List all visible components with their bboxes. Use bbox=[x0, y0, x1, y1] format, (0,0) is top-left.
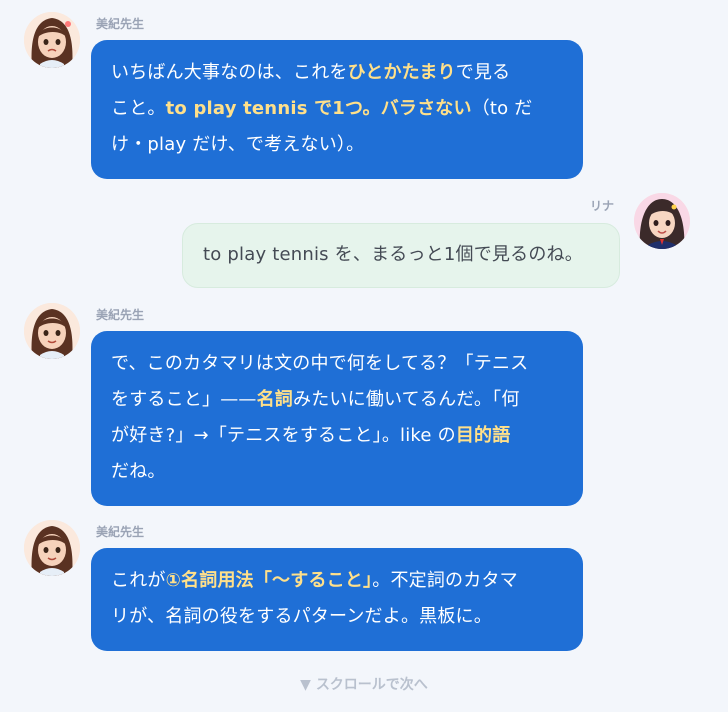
teacher-avatar-icon bbox=[24, 12, 80, 68]
teacher-avatar bbox=[24, 12, 80, 68]
message-text: （to だ bbox=[471, 98, 533, 119]
message-text: で見る bbox=[455, 62, 511, 83]
message-text: 。不定詞のカタマ bbox=[372, 570, 518, 591]
teacher-avatar-icon bbox=[24, 303, 80, 359]
student-message-bubble: to play tennis を、まるっと1個で見るのね。 bbox=[182, 223, 620, 288]
teacher-avatar bbox=[24, 303, 80, 359]
teacher-message-bubble: で、このカタマリは文の中で何をしてる？「テニス をすること」——名詞みたいに働いて… bbox=[91, 331, 583, 506]
message-text: いちばん大事なのは、これを bbox=[111, 62, 348, 83]
message-text: け・play だけ、で考えない）。 bbox=[111, 134, 365, 155]
highlighted-text: 目的語 bbox=[455, 425, 511, 446]
message-text: みたいに働いてるんだ。「何 bbox=[293, 389, 520, 410]
message-text: リが、名詞の役をするパターンだよ。黒板に。 bbox=[111, 606, 492, 627]
highlighted-text: ひとかたまり bbox=[347, 62, 456, 83]
student-avatar-icon bbox=[634, 193, 690, 249]
teacher-message-bubble: いちばん大事なのは、これをひとかたまりで見ること。to play tennis … bbox=[91, 40, 583, 179]
message-text: これが bbox=[111, 570, 166, 591]
scroll-hint[interactable]: ▼ スクロールで次へ bbox=[0, 674, 728, 694]
message-text: こと。 bbox=[111, 98, 166, 119]
message-text: で、このカタマリは文の中で何をしてる？「テニス bbox=[111, 353, 529, 374]
highlighted-text: 名詞 bbox=[256, 389, 294, 410]
sender-name: 美紀先生 bbox=[96, 525, 145, 539]
sender-name: 美紀先生 bbox=[96, 308, 145, 322]
teacher-avatar bbox=[24, 520, 80, 576]
message-text: が好き?」→「テニスをすること」。like の bbox=[111, 425, 456, 446]
message-text: だね。 bbox=[111, 461, 166, 482]
teacher-message-bubble: これが①名詞用法「〜すること」。不定詞のカタマリが、名詞の役をするパターンだよ。… bbox=[91, 548, 583, 651]
teacher-avatar-icon bbox=[24, 520, 80, 576]
sender-name: リナ bbox=[590, 199, 615, 213]
message-text: to play tennis を、まるっと1個で見るのね。 bbox=[203, 244, 583, 265]
sender-name: 美紀先生 bbox=[96, 17, 145, 31]
highlighted-text: ①名詞用法「〜すること」 bbox=[165, 570, 373, 591]
message-text: をすること」—— bbox=[111, 389, 257, 410]
highlighted-text: to play tennis で1つ。バラさない bbox=[165, 98, 472, 119]
student-avatar bbox=[634, 193, 690, 249]
